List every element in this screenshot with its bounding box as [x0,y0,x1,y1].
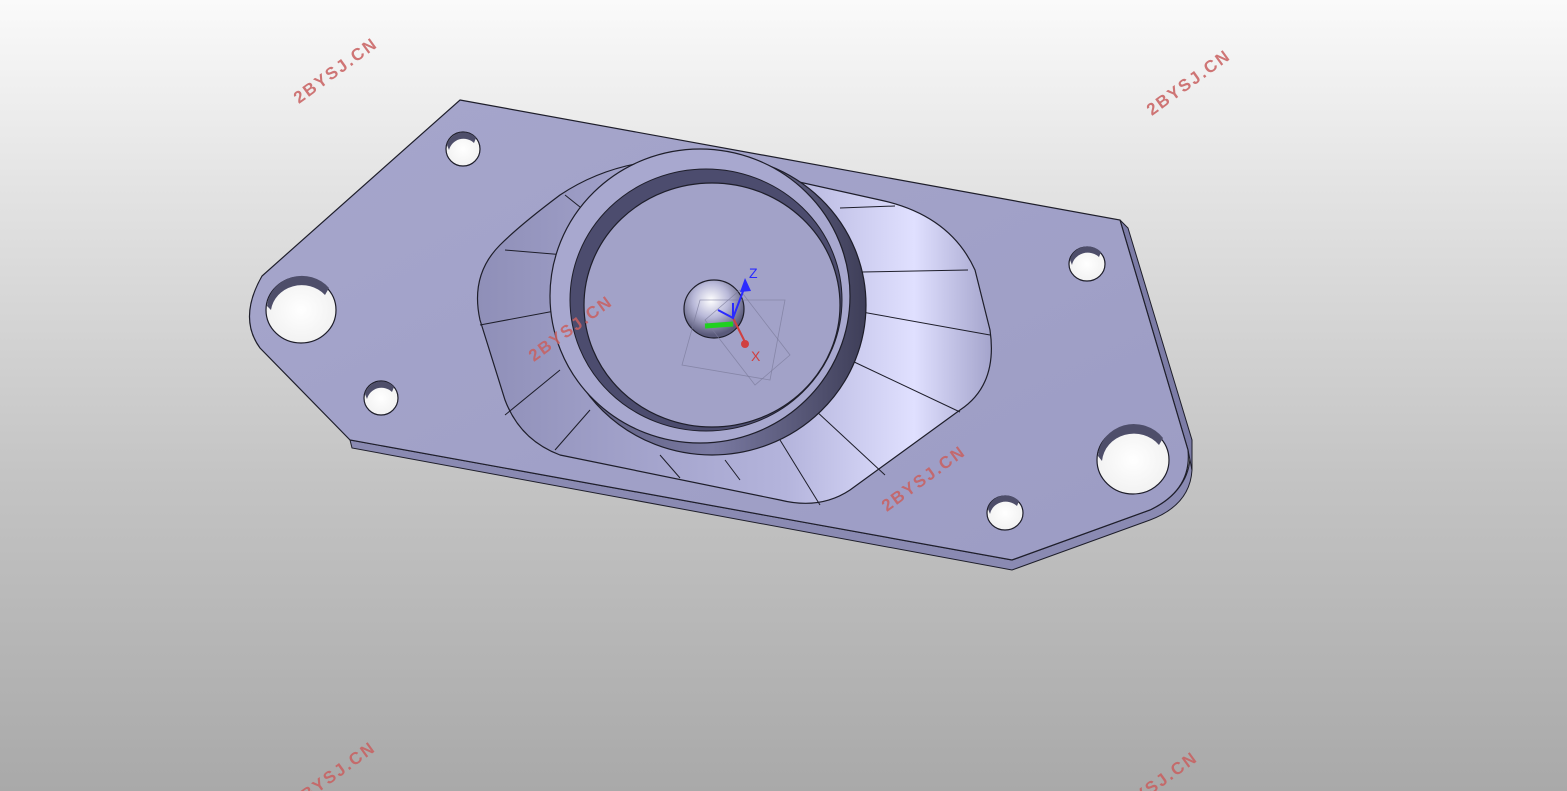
cad-model-view[interactable]: Z X [0,0,1567,791]
bolt-hole [363,380,399,416]
3d-viewport[interactable]: Z X 2BYSJ.CN 2BYSJ.CN 2BYSJ.CN 2BYSJ.CN … [0,0,1567,791]
triad-x-label: X [751,348,761,364]
large-mounting-hole [265,275,337,344]
triad-z-label: Z [749,265,758,281]
bolt-hole [445,131,481,167]
bolt-hole [986,495,1024,531]
bolt-hole [1068,246,1106,282]
mounting-bracket-part[interactable] [248,99,1193,571]
center-hole [683,279,745,339]
triad-x-origin [741,340,749,348]
triad-y-axis [704,321,734,329]
